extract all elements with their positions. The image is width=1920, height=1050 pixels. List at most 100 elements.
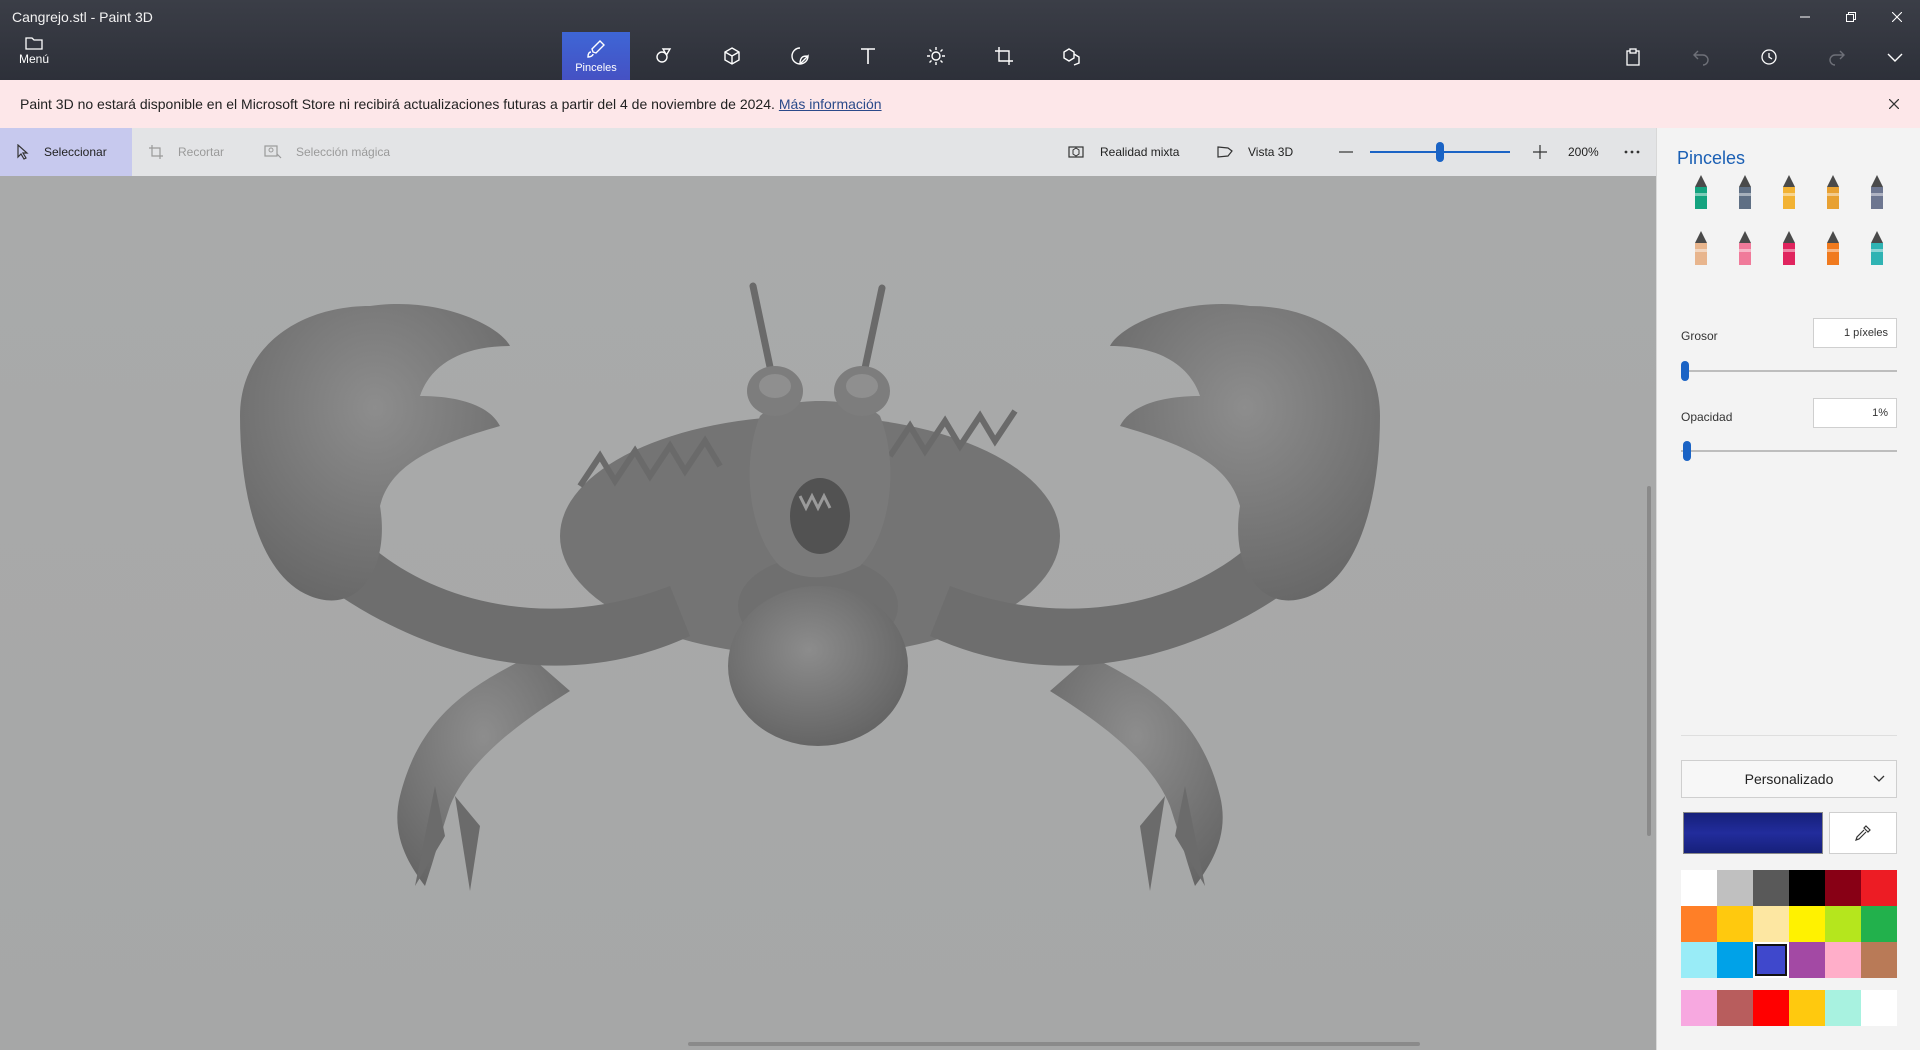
brush-fill[interactable] (1857, 226, 1897, 270)
undo-button[interactable] (1686, 42, 1716, 72)
thickness-input[interactable]: 1 píxeles (1813, 318, 1897, 348)
tool-canvas[interactable] (970, 32, 1038, 80)
minimize-icon (1800, 16, 1810, 18)
eyedropper-button[interactable] (1829, 812, 1897, 854)
custom-color-swatch[interactable] (1789, 990, 1825, 1026)
sticker-icon (791, 47, 809, 65)
redo-button[interactable] (1822, 42, 1852, 72)
brush-spray-can[interactable] (1813, 226, 1853, 270)
color-swatch[interactable] (1861, 906, 1897, 942)
color-swatch[interactable] (1681, 942, 1717, 978)
history-button[interactable] (1754, 42, 1784, 72)
fill-icon (1871, 231, 1883, 265)
pencil-icon (1695, 231, 1707, 265)
eyedropper-icon (1855, 825, 1871, 841)
tool-3d-library[interactable] (1038, 32, 1106, 80)
restore-button[interactable] (1828, 4, 1874, 30)
plus-icon (1533, 145, 1547, 159)
pixel-pen-icon (1871, 175, 1883, 209)
brush-marker[interactable] (1681, 170, 1721, 214)
color-swatch[interactable] (1753, 942, 1789, 978)
color-swatch[interactable] (1825, 906, 1861, 942)
color-swatch[interactable] (1861, 942, 1897, 978)
chevron-down-icon (1887, 53, 1903, 62)
brush-pencil[interactable] (1681, 226, 1721, 270)
tool-text[interactable] (834, 32, 902, 80)
color-swatch[interactable] (1789, 906, 1825, 942)
horizontal-scrollbar[interactable] (688, 1042, 1420, 1046)
opacity-input[interactable]: 1% (1813, 398, 1897, 428)
color-swatch[interactable] (1789, 942, 1825, 978)
view-3d-label: Vista 3D (1248, 145, 1294, 159)
brush-crayon[interactable] (1769, 226, 1809, 270)
zoom-in-button[interactable] (1528, 140, 1552, 164)
view-3d-icon (1217, 146, 1233, 158)
thickness-slider-thumb[interactable] (1681, 361, 1689, 381)
color-swatch[interactable] (1789, 870, 1825, 906)
crop-button[interactable]: Recortar (148, 128, 224, 176)
minimize-button[interactable] (1782, 4, 1828, 30)
calligraphy-pen-icon (1739, 175, 1751, 209)
color-swatch[interactable] (1681, 906, 1717, 942)
banner-close-button[interactable] (1884, 94, 1904, 114)
3d-library-icon (1063, 48, 1080, 66)
crab-3d-model[interactable] (240, 236, 1380, 906)
color-swatch[interactable] (1717, 870, 1753, 906)
minus-icon (1339, 151, 1353, 153)
panel-divider (1681, 735, 1897, 736)
more-info-link[interactable]: Más información (779, 96, 882, 112)
tool-stickers[interactable] (766, 32, 834, 80)
color-swatch[interactable] (1717, 942, 1753, 978)
expand-button[interactable] (1880, 42, 1910, 72)
cursor-icon (17, 144, 29, 160)
ellipsis-icon (1624, 150, 1640, 154)
tool-brushes[interactable]: Pinceles (562, 32, 630, 80)
custom-color-swatch[interactable] (1861, 990, 1897, 1026)
menu-button[interactable]: Menú (10, 36, 58, 76)
tool-2d-shapes[interactable] (630, 32, 698, 80)
view-3d-button[interactable]: Vista 3D (1216, 128, 1293, 176)
more-options-button[interactable] (1618, 140, 1646, 164)
palette-dropdown[interactable]: Personalizado (1681, 760, 1897, 798)
custom-color-swatch[interactable] (1825, 990, 1861, 1026)
custom-color-swatch[interactable] (1717, 990, 1753, 1026)
opacity-slider-thumb[interactable] (1683, 441, 1692, 461)
brush-eraser[interactable] (1725, 226, 1765, 270)
brush-pixel-pen[interactable] (1857, 170, 1897, 214)
color-swatch[interactable] (1825, 942, 1861, 978)
canvas[interactable] (0, 176, 1656, 1050)
color-swatch[interactable] (1717, 906, 1753, 942)
opacity-label: Opacidad (1681, 410, 1733, 424)
color-swatch[interactable] (1861, 870, 1897, 906)
brush-oil-brush[interactable] (1769, 170, 1809, 214)
opacity-slider[interactable] (1681, 450, 1897, 452)
color-swatch[interactable] (1753, 906, 1789, 942)
brush-calligraphy-pen[interactable] (1725, 170, 1765, 214)
tool-3d-shapes[interactable] (698, 32, 766, 80)
paste-button[interactable] (1618, 42, 1648, 72)
crop-icon (149, 145, 163, 159)
2d-shapes-icon (656, 48, 672, 63)
brush-watercolor[interactable] (1813, 170, 1853, 214)
select-button[interactable]: Seleccionar (0, 128, 132, 176)
zoom-level[interactable]: 200% (1568, 128, 1599, 176)
mixed-reality-button[interactable]: Realidad mixta (1068, 128, 1179, 176)
color-palette (1681, 870, 1897, 978)
vertical-scrollbar[interactable] (1647, 486, 1651, 836)
crayon-icon (1783, 231, 1795, 265)
current-color-swatch[interactable] (1683, 812, 1823, 854)
custom-color-swatch[interactable] (1753, 990, 1789, 1026)
zoom-slider-thumb[interactable] (1436, 142, 1444, 162)
select-label: Seleccionar (44, 145, 107, 159)
magic-select-icon (264, 145, 282, 159)
close-window-button[interactable] (1874, 4, 1920, 30)
magic-select-button[interactable]: Selección mágica (264, 128, 390, 176)
color-swatch[interactable] (1825, 870, 1861, 906)
zoom-out-button[interactable] (1334, 140, 1358, 164)
custom-color-swatch[interactable] (1681, 990, 1717, 1026)
color-swatch[interactable] (1753, 870, 1789, 906)
thickness-slider[interactable] (1681, 370, 1897, 372)
color-swatch[interactable] (1681, 870, 1717, 906)
canvas-crop-icon (995, 47, 1013, 65)
tool-effects[interactable] (902, 32, 970, 80)
